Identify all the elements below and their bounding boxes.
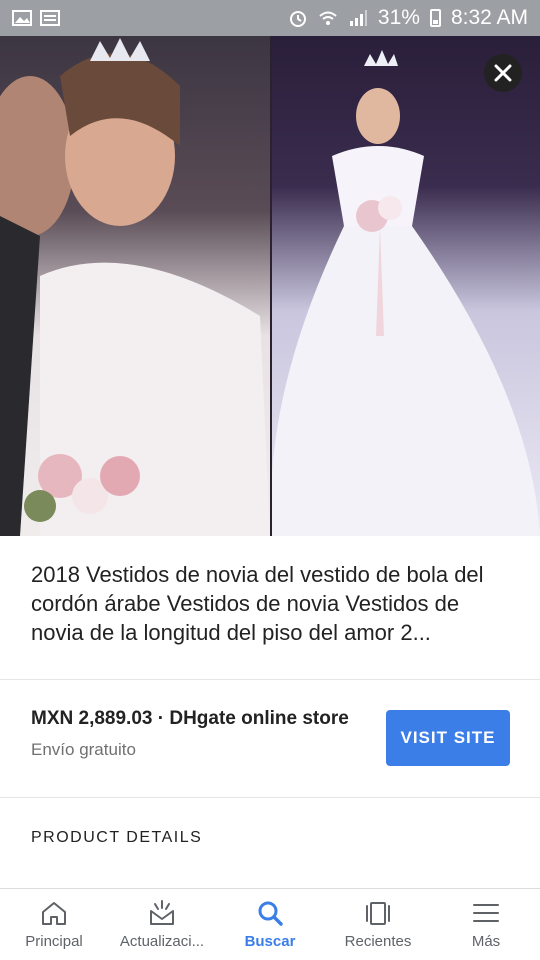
- nav-label: Buscar: [244, 933, 296, 950]
- visit-site-button[interactable]: VISIT SITE: [386, 710, 510, 766]
- nav-label: Recientes: [344, 933, 412, 950]
- clock: 8:32 AM: [450, 6, 528, 29]
- store-name: DHgate online store: [169, 708, 349, 729]
- nav-item-principal[interactable]: Principal: [0, 889, 108, 960]
- price-row: MXN 2,889.03 · DHgate online store Envío…: [31, 708, 349, 760]
- nav-item-recientes[interactable]: Recientes: [324, 889, 432, 960]
- nav-label: Principal: [25, 933, 83, 950]
- close-icon: [494, 64, 512, 82]
- bottom-nav: Principal Actualizaci... Buscar Reciente…: [0, 888, 540, 960]
- product-details-heading[interactable]: PRODUCT DETAILS: [31, 829, 202, 847]
- price-value: MXN 2,889.03: [31, 708, 153, 729]
- nav-item-mas[interactable]: Más: [432, 889, 540, 960]
- home-icon: [42, 902, 66, 925]
- product-title[interactable]: 2018 Vestidos de novia del vestido de bo…: [31, 560, 511, 647]
- price-line: MXN 2,889.03 · DHgate online store: [31, 708, 349, 730]
- price-separator: ·: [152, 708, 170, 729]
- shipping-info: Envío gratuito: [31, 740, 136, 759]
- divider: [0, 679, 540, 680]
- status-bar: 31% 8:32 AM: [0, 0, 540, 36]
- nav-label: Actualizaci...: [119, 933, 205, 950]
- wifi-icon: [319, 11, 337, 25]
- divider: [0, 797, 540, 798]
- nav-item-actualizaciones[interactable]: Actualizaci...: [108, 889, 216, 960]
- photo-couple: [0, 36, 270, 536]
- close-button[interactable]: [484, 54, 522, 92]
- updates-icon: [150, 900, 174, 925]
- list-icon: [40, 10, 60, 26]
- nav-label: Más: [471, 933, 501, 950]
- battery-percent: 31%: [377, 6, 420, 29]
- signal-icon: [349, 10, 367, 26]
- photo-ballgown: [270, 36, 540, 536]
- product-image[interactable]: [0, 36, 540, 536]
- menu-icon: [473, 904, 499, 922]
- gallery-icon: [12, 10, 32, 26]
- battery-icon: [429, 9, 441, 27]
- recent-icon: [366, 902, 390, 925]
- alarm-icon: [289, 11, 306, 27]
- search-icon: [258, 901, 283, 926]
- nav-item-buscar[interactable]: Buscar: [216, 889, 324, 960]
